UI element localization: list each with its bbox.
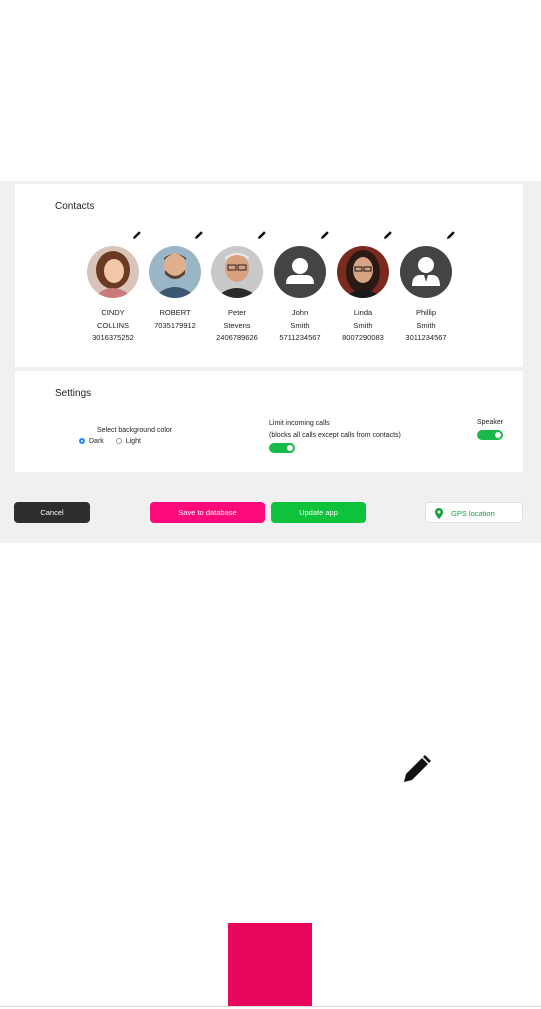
background-color-options: Dark Light (79, 438, 141, 445)
contact-phone: 3016375252 (92, 333, 134, 342)
contact-phone: 7035179912 (154, 320, 196, 330)
gps-location-label: GPS location (451, 509, 495, 518)
contact-avatar-placeholder[interactable] (274, 246, 326, 298)
limit-calls-label: Limit incoming calls (269, 420, 330, 427)
contact-phone: 2406789626 (216, 333, 258, 342)
contact-phone: 3011234567 (405, 333, 447, 342)
limit-calls-toggle[interactable] (269, 443, 295, 453)
contact-avatar-photo[interactable] (337, 246, 389, 298)
background-color-label: Select background color (97, 427, 173, 434)
contact-card[interactable]: John Smith 5711234567 (265, 246, 335, 345)
contact-first-name: ROBERT (159, 308, 191, 317)
contact-card[interactable]: Peter Stevens 2406789626 (202, 246, 272, 345)
limit-calls-sub: (blocks all calls except calls from cont… (269, 432, 401, 439)
contact-first-name: Phillip (415, 308, 436, 317)
contact-first-name: Peter (228, 308, 246, 317)
contact-last-name: Smith (353, 320, 373, 330)
radio-dark-label: Dark (89, 438, 104, 445)
contact-avatar-photo[interactable] (149, 246, 201, 298)
edit-pencil-icon[interactable] (383, 230, 393, 240)
edit-pencil-icon[interactable] (132, 230, 142, 240)
gps-location-button[interactable]: GPS location (425, 502, 523, 523)
location-pin-icon (435, 508, 443, 519)
edit-pencil-icon[interactable] (320, 230, 330, 240)
contact-last-name: Smith (290, 320, 310, 330)
contact-first-name: John (291, 308, 309, 317)
radio-dark-indicator[interactable] (79, 438, 85, 444)
contact-last-name: COLLINS (96, 320, 130, 330)
contact-last-name: Stevens (223, 320, 251, 330)
businessman-placeholder-icon (400, 246, 452, 298)
radio-light[interactable]: Light (115, 438, 141, 445)
contact-card[interactable]: CINDY COLLINS 3016375252 (78, 246, 148, 345)
edit-pencil-icon[interactable] (446, 230, 456, 240)
contact-last-name: Smith (416, 320, 436, 330)
edit-pencil-icon[interactable] (257, 230, 267, 240)
update-app-button[interactable]: Update app (271, 502, 366, 523)
contact-card[interactable]: Linda Smith 8007290083 (328, 246, 398, 345)
contact-first-name: Linda (353, 308, 373, 317)
settings-title: Settings (55, 388, 92, 399)
contact-avatar-placeholder[interactable] (400, 246, 452, 298)
contacts-card: Contacts CINDY COLLINS 3016375252 ROBERT… (15, 184, 523, 367)
cancel-button[interactable]: Cancel (14, 502, 90, 523)
radio-light-label: Light (125, 438, 141, 445)
contact-phone: 5711234567 (279, 333, 321, 342)
settings-card: Settings Select background color Dark Li… (15, 371, 523, 472)
contact-card[interactable]: Phillip Smith 3011234567 (391, 246, 461, 345)
person-placeholder-icon (274, 246, 326, 298)
bottom-divider (0, 1006, 541, 1007)
settings-panel: Contacts CINDY COLLINS 3016375252 ROBERT… (0, 181, 541, 543)
radio-dark[interactable]: Dark (79, 438, 104, 445)
accent-square (228, 923, 312, 1007)
edit-pencil-icon[interactable] (194, 230, 204, 240)
radio-light-indicator[interactable] (115, 438, 122, 444)
contact-first-name: CINDY (101, 308, 125, 317)
edit-pencil-icon-large[interactable] (402, 754, 432, 784)
contact-card[interactable]: ROBERT 7035179912 (140, 246, 210, 332)
contact-avatar-photo[interactable] (87, 246, 139, 298)
contact-avatar-photo[interactable] (211, 246, 263, 298)
contact-phone: 8007290083 (342, 333, 384, 342)
speaker-label: Speaker (477, 419, 504, 426)
save-to-database-button[interactable]: Save to database (150, 502, 265, 523)
contacts-title: Contacts (55, 201, 95, 212)
speaker-toggle[interactable] (477, 430, 503, 440)
